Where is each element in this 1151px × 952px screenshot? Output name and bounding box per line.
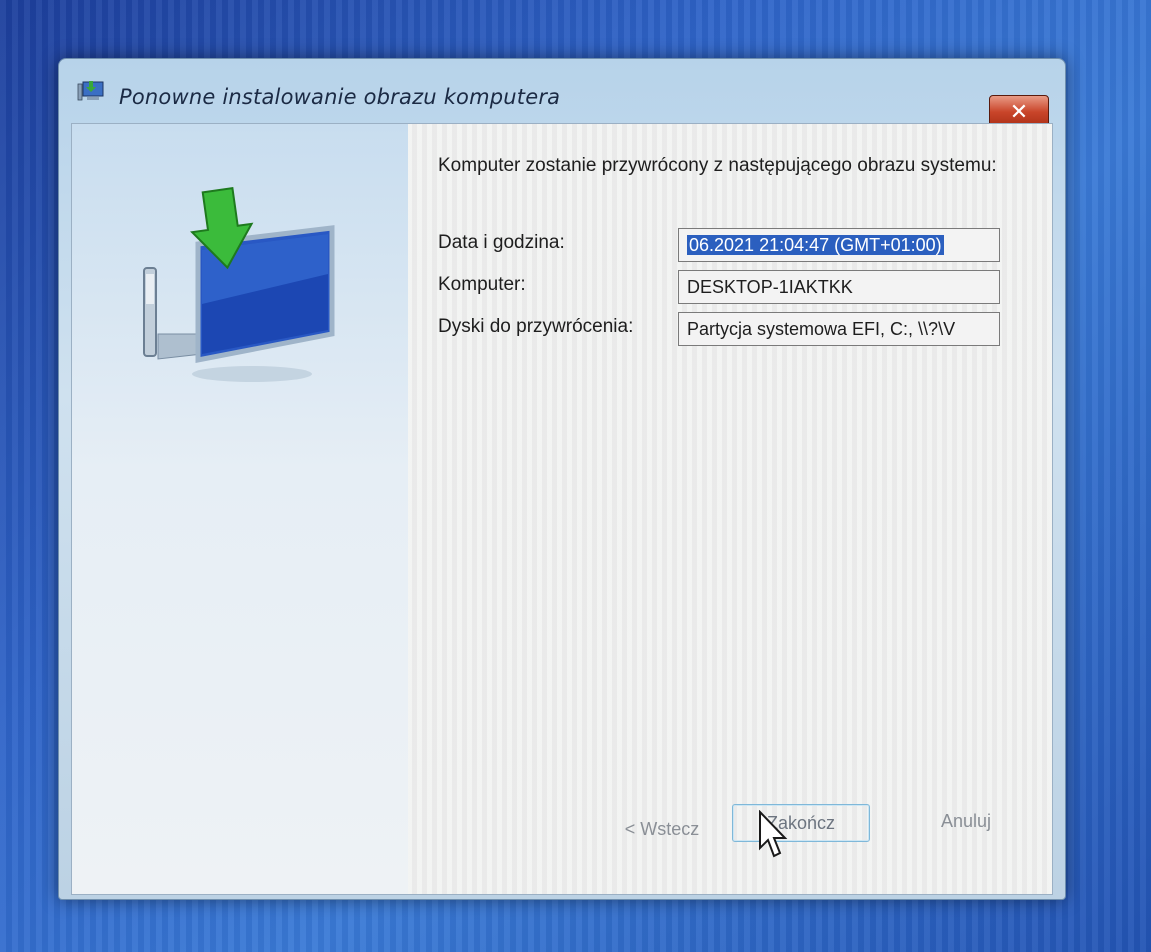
side-panel bbox=[72, 124, 408, 894]
back-button[interactable]: < Wstecz bbox=[602, 810, 722, 848]
dialog-content: Komputer zostanie przywrócony z następuj… bbox=[71, 123, 1053, 895]
cancel-button[interactable]: Anuluj bbox=[910, 802, 1022, 840]
computer-field[interactable]: DESKTOP-1IAKTKK bbox=[678, 270, 1000, 304]
title-bar: Ponowne instalowanie obrazu komputera ✕ bbox=[59, 59, 1065, 129]
finish-button[interactable]: Zakończ bbox=[732, 804, 870, 842]
close-icon: ✕ bbox=[1009, 99, 1029, 125]
date-time-field[interactable]: 06.2021 21:04:47 (GMT+01:00) bbox=[678, 228, 1000, 262]
disks-label: Dyski do przywrócenia: bbox=[438, 316, 634, 337]
description-text: Komputer zostanie przywrócony z następuj… bbox=[438, 155, 997, 176]
computer-restore-icon bbox=[77, 81, 104, 101]
date-time-value: 06.2021 21:04:47 (GMT+01:00) bbox=[687, 235, 944, 255]
system-image-restore-icon bbox=[143, 187, 335, 382]
disks-field[interactable]: Partycja systemowa EFI, C:, \\?\V bbox=[678, 312, 1000, 346]
restore-dialog: Ponowne instalowanie obrazu komputera ✕ … bbox=[58, 58, 1066, 900]
computer-label: Komputer: bbox=[438, 274, 526, 295]
window-title: Ponowne instalowanie obrazu komputera bbox=[119, 85, 561, 109]
mouse-cursor-icon bbox=[759, 810, 788, 858]
date-time-label: Data i godzina: bbox=[438, 232, 565, 253]
